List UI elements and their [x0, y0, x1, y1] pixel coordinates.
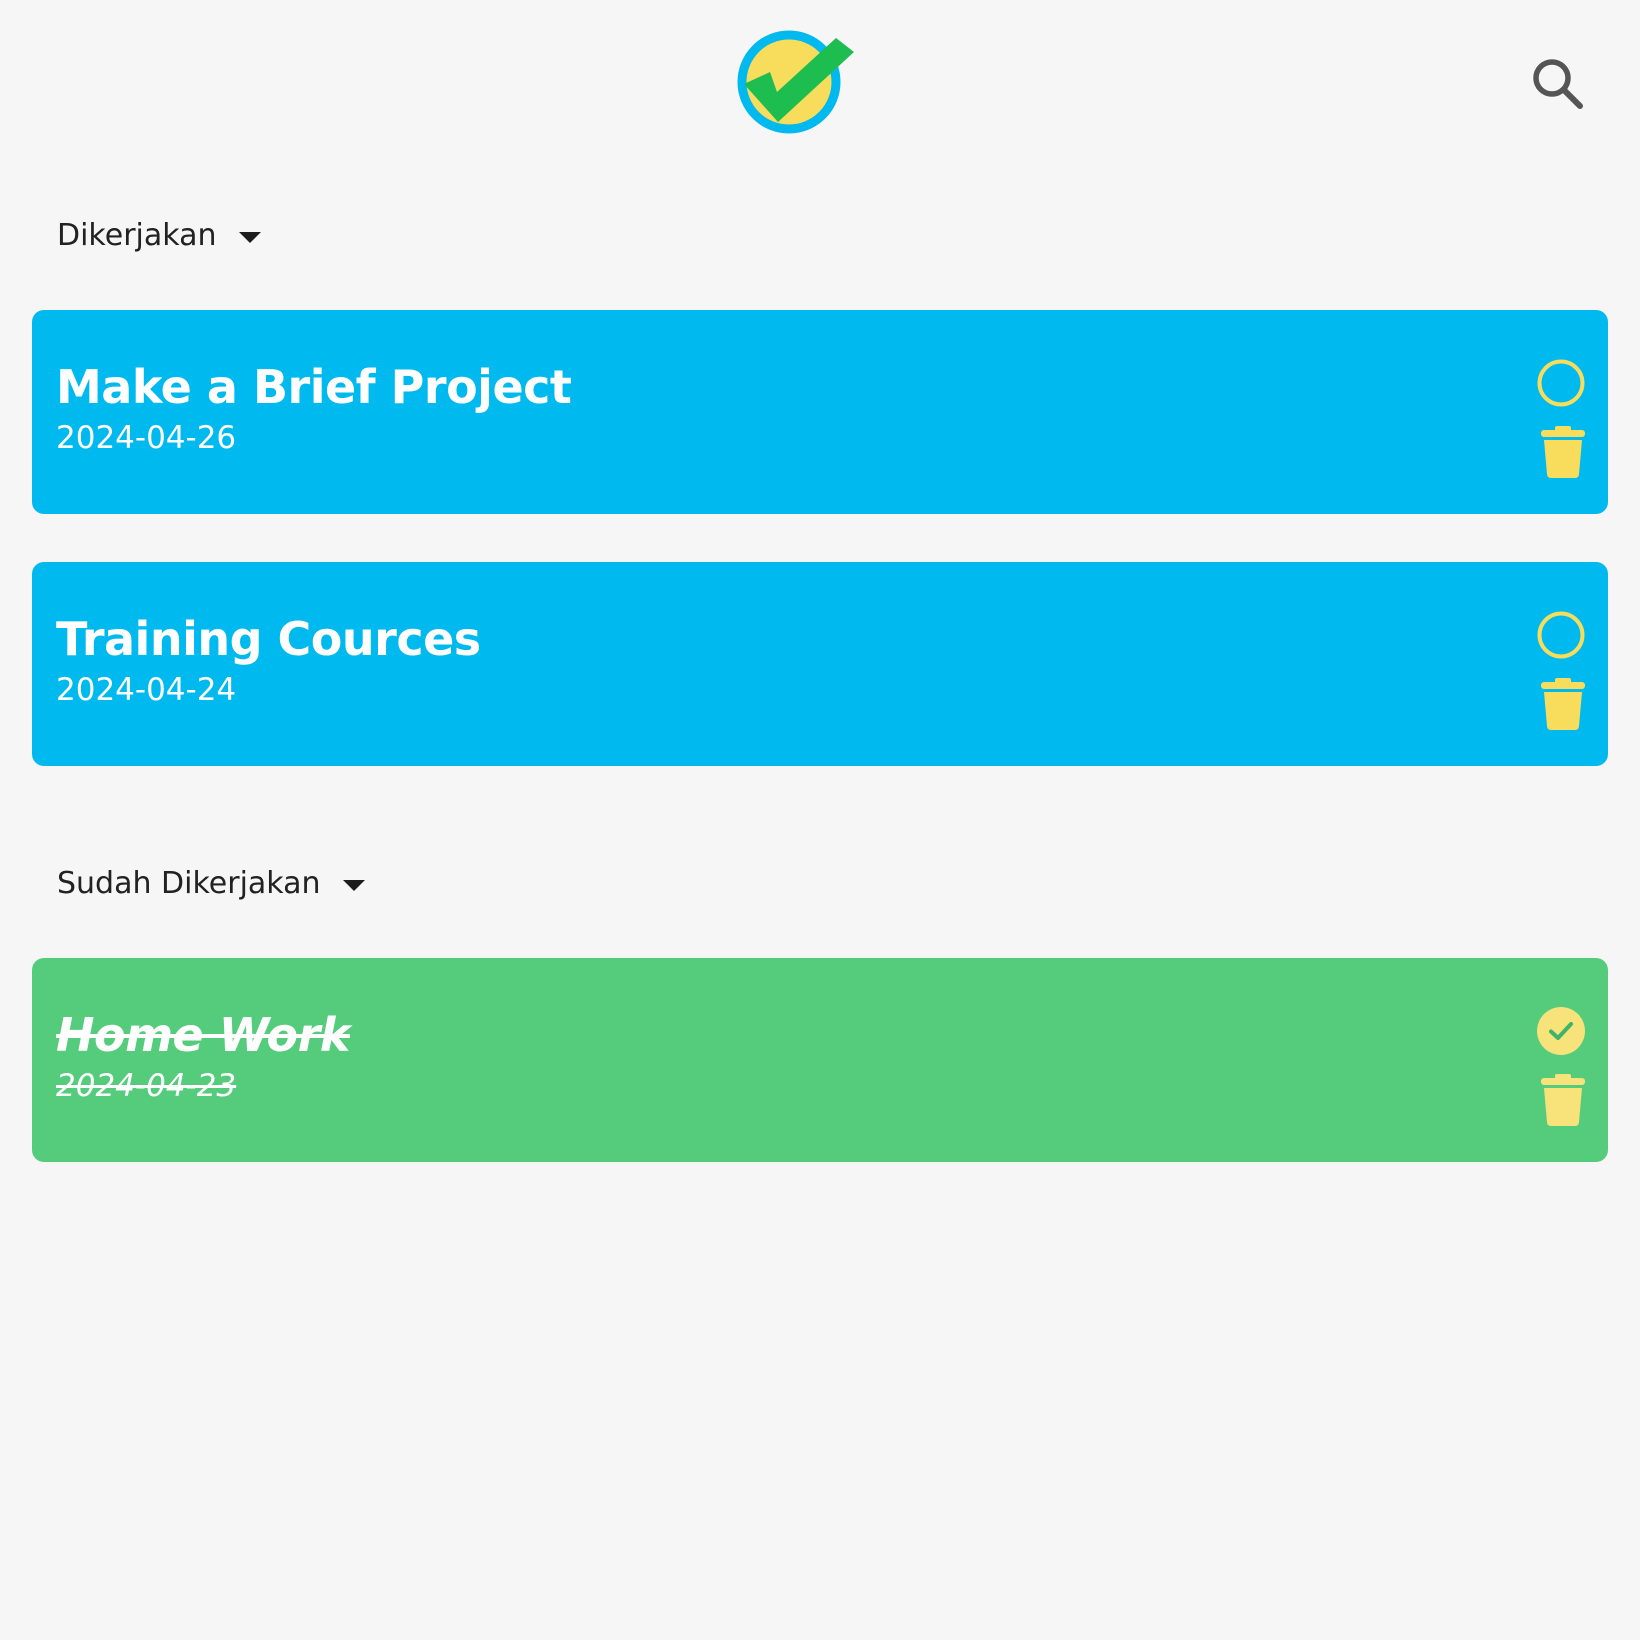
section-label: Dikerjakan	[57, 218, 217, 253]
mark-done-button[interactable]	[1536, 358, 1586, 408]
task-title: Make a Brief Project	[56, 360, 572, 414]
section-toggle-active[interactable]: Dikerjakan	[57, 218, 261, 253]
mark-done-button[interactable]	[1536, 610, 1586, 660]
circle-outline-icon	[1537, 611, 1585, 659]
task-card[interactable]: Home Work 2024-04-23	[32, 958, 1608, 1162]
task-date: 2024-04-23	[56, 1068, 237, 1104]
trash-icon	[1541, 1074, 1585, 1126]
app-logo	[736, 30, 858, 136]
task-card[interactable]: Training Cources 2024-04-24	[32, 562, 1608, 766]
caret-down-icon	[342, 880, 365, 891]
task-title: Home Work	[56, 1008, 350, 1062]
delete-button[interactable]	[1540, 1074, 1586, 1126]
delete-button[interactable]	[1540, 426, 1586, 478]
check-circle-icon	[1537, 1007, 1585, 1055]
circle-outline-icon	[1537, 359, 1585, 407]
caret-down-icon	[238, 232, 261, 243]
mark-undone-button[interactable]	[1536, 1006, 1586, 1056]
trash-icon	[1541, 426, 1585, 478]
check-badge-icon	[737, 30, 854, 134]
section-toggle-done[interactable]: Sudah Dikerjakan	[57, 866, 365, 901]
delete-button[interactable]	[1540, 678, 1586, 730]
task-card[interactable]: Make a Brief Project 2024-04-26	[32, 310, 1608, 514]
search-icon	[1533, 59, 1583, 109]
section-label: Sudah Dikerjakan	[57, 866, 321, 901]
task-title: Training Cources	[56, 612, 481, 666]
task-date: 2024-04-24	[56, 672, 237, 708]
search-button[interactable]	[1532, 58, 1584, 110]
trash-icon	[1541, 678, 1585, 730]
task-date: 2024-04-26	[56, 420, 237, 456]
